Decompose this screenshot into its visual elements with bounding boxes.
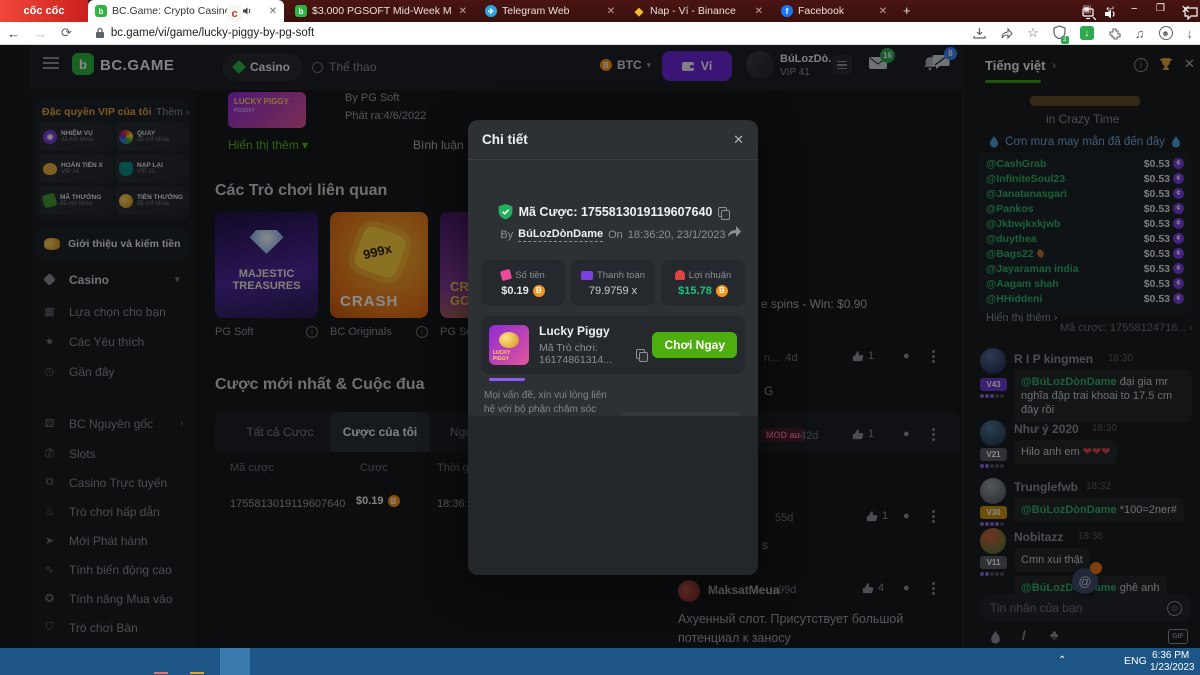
brand-label: cốc cốc bbox=[24, 5, 65, 17]
tab-binance[interactable]: ◆ Nap - Ví - Binance ✕ bbox=[626, 0, 770, 22]
amount-icon bbox=[500, 269, 512, 281]
tab-title: BC.Game: Crypto Casino ( bbox=[112, 5, 237, 17]
network-icon[interactable] bbox=[1078, 3, 1099, 24]
bet-details-modal: Chi tiết ✕ Mã Cược: 1755813019119607640 … bbox=[468, 120, 758, 575]
active-app-highlight bbox=[220, 648, 250, 675]
coccoc-taskbar-icon[interactable]: c bbox=[224, 3, 245, 24]
tab-title: $3.000 PGSOFT Mid-Week M bbox=[312, 5, 452, 17]
bookmark-star-icon[interactable]: ☆ bbox=[1027, 25, 1039, 41]
browser-side-strip bbox=[0, 45, 30, 648]
address-bar: ← → ⟳ bc.game/vi/game/lucky-piggy-by-pg-… bbox=[0, 22, 1200, 45]
clock-time[interactable]: 6:36 PM bbox=[1152, 650, 1189, 661]
tab-close-icon[interactable]: ✕ bbox=[607, 6, 615, 17]
share-page-icon[interactable] bbox=[1000, 27, 1013, 40]
tab-close-icon[interactable]: ✕ bbox=[269, 6, 277, 17]
downloads-icon[interactable]: ↓ bbox=[1187, 26, 1194, 41]
share-bet-icon[interactable] bbox=[726, 224, 742, 238]
copy-icon[interactable] bbox=[718, 207, 728, 218]
tab-title: Facebook bbox=[798, 5, 844, 17]
bet-by-row: By BúLozDònDame On 18:36:20, 23/1/2023 bbox=[468, 228, 758, 242]
minimize-button[interactable]: − bbox=[1131, 3, 1137, 15]
media-control-icon[interactable]: ♫ bbox=[1135, 26, 1145, 41]
adblock-shield-icon[interactable]: 2 bbox=[1053, 25, 1066, 42]
screen: cốc cốc b BC.Game: Crypto Casino ( ✕ b $… bbox=[0, 0, 1200, 675]
maximize-button[interactable]: ❐ bbox=[1156, 3, 1165, 14]
tab-title: Telegram Web bbox=[502, 5, 570, 17]
modal-title: Chi tiết bbox=[482, 132, 528, 147]
stats-row: Số tiền $0.19B Thanh toán 79.9759 x Lợi … bbox=[481, 260, 745, 306]
tab-title: Nap - Ví - Binance bbox=[650, 5, 736, 17]
new-tab-button[interactable]: + bbox=[903, 3, 911, 18]
tab-telegram[interactable]: ✈ Telegram Web ✕ bbox=[478, 0, 622, 22]
modal-header: Chi tiết ✕ bbox=[468, 120, 758, 160]
bet-author-link[interactable]: BúLozDònDame bbox=[518, 228, 603, 242]
tab-close-icon[interactable]: ✕ bbox=[879, 6, 887, 17]
lock-icon bbox=[95, 27, 105, 39]
payout-icon bbox=[581, 271, 593, 280]
language-indicator[interactable]: ENG bbox=[1124, 655, 1147, 667]
extensions-icon[interactable] bbox=[1108, 27, 1121, 40]
coin-icon: B bbox=[533, 285, 545, 297]
telegram-favicon: ✈ bbox=[485, 5, 497, 17]
facebook-favicon: f bbox=[781, 5, 793, 17]
stat-amount: Số tiền $0.19B bbox=[481, 260, 565, 306]
bet-id-text: Mã Cược: 1755813019119607640 bbox=[519, 205, 713, 219]
url-text[interactable]: bc.game/vi/game/lucky-piggy-by-pg-soft bbox=[111, 27, 314, 39]
play-now-button[interactable]: Chơi Ngay bbox=[652, 332, 737, 358]
bet-id-row: Mã Cược: 1755813019119607640 bbox=[468, 204, 758, 220]
taskbar bbox=[0, 648, 1200, 675]
active-indicator bbox=[489, 378, 525, 381]
bcgame-favicon: b bbox=[95, 5, 107, 17]
running-indicator bbox=[154, 672, 168, 674]
stat-profit: Lợi nhuận $15.78B bbox=[661, 260, 745, 306]
profile-icon[interactable]: ☻ bbox=[1159, 26, 1173, 40]
modal-game-name[interactable]: Lucky Piggy bbox=[539, 324, 642, 338]
profit-icon bbox=[675, 270, 685, 280]
running-indicator bbox=[190, 672, 204, 674]
bet-datetime: 18:36:20, 23/1/2023 bbox=[628, 229, 726, 241]
modal-lower-panel bbox=[468, 416, 758, 575]
coccoc-brand: cốc cốc bbox=[0, 0, 88, 22]
modal-game-id: Mã Trò chơi: 16174861314... bbox=[539, 342, 631, 366]
save-page-icon[interactable] bbox=[973, 27, 986, 40]
modal-game-row: LUCKYPIGGY Lucky Piggy Mã Trò chơi: 1617… bbox=[481, 316, 745, 374]
game-thumbnail[interactable]: LUCKYPIGGY bbox=[489, 325, 529, 365]
tab-bcgame[interactable]: b BC.Game: Crypto Casino ( ✕ bbox=[88, 0, 284, 22]
reload-icon[interactable]: ⟳ bbox=[61, 25, 72, 41]
binance-favicon: ◆ bbox=[633, 5, 645, 17]
tab-close-icon[interactable]: ✕ bbox=[755, 6, 763, 17]
back-icon[interactable]: ← bbox=[7, 26, 20, 41]
tray-chevron-icon[interactable]: ⌃ bbox=[1058, 655, 1066, 666]
action-center-icon[interactable] bbox=[1180, 3, 1200, 24]
copy-icon[interactable] bbox=[636, 349, 643, 360]
volume-icon[interactable] bbox=[1100, 3, 1121, 24]
tab-pgsoft[interactable]: b $3.000 PGSOFT Mid-Week M ✕ bbox=[288, 0, 474, 22]
tab-close-icon[interactable]: ✕ bbox=[459, 6, 467, 17]
coin-icon: B bbox=[716, 285, 728, 297]
modal-close-icon[interactable]: ✕ bbox=[733, 132, 744, 148]
forward-icon[interactable]: → bbox=[34, 26, 47, 41]
tab-favicon: b bbox=[295, 5, 307, 17]
download-manager-icon[interactable]: ↓ bbox=[1080, 26, 1094, 40]
verified-shield-icon bbox=[498, 204, 513, 220]
stat-payout: Thanh toán 79.9759 x bbox=[571, 260, 655, 306]
tab-facebook[interactable]: f Facebook ✕ bbox=[774, 0, 894, 22]
clock-date[interactable]: 1/23/2023 bbox=[1150, 662, 1195, 673]
